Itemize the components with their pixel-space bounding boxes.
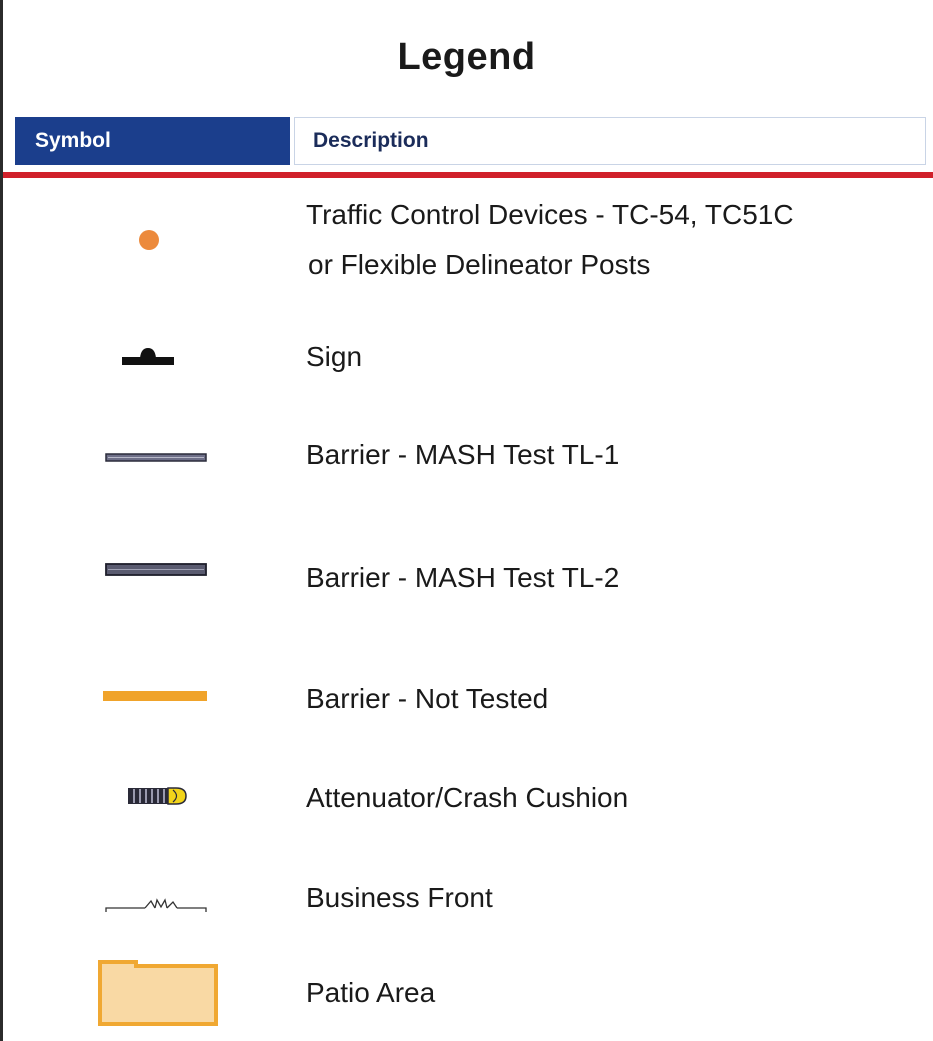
traffic-control-device-icon (137, 228, 161, 257)
legend-row-patio-area: Patio Area (306, 977, 436, 1008)
patio-area-icon (98, 958, 220, 1033)
attenuator-icon (128, 786, 190, 811)
legend-row-barrier-tl1: Barrier - MASH Test TL-1 (306, 439, 620, 470)
barrier-not-tested-icon (103, 689, 207, 707)
legend-row-barrier-tl2: Barrier - MASH Test TL-2 (306, 562, 620, 593)
barrier-tl2-icon (105, 563, 207, 582)
barrier-tl1-icon (105, 451, 207, 469)
legend-row-barrier-not-tested: Barrier - Not Tested (306, 683, 549, 714)
header-divider (3, 172, 933, 178)
legend-row-sign: Sign (306, 341, 363, 372)
symbol-column-header: Symbol (15, 117, 290, 165)
business-front-icon (105, 896, 207, 919)
legend-title: Legend (397, 36, 536, 78)
description-column-header: Description (294, 117, 926, 165)
legend-row-traffic-control-line1: Traffic Control Devices - TC-54, TC51C (306, 199, 794, 230)
legend-row-traffic-control-line2: or Flexible Delineator Posts (308, 249, 651, 280)
legend-row-attenuator: Attenuator/Crash Cushion (306, 782, 629, 813)
sign-icon (118, 342, 178, 373)
legend-row-business-front: Business Front (306, 882, 493, 913)
left-border (0, 0, 3, 1041)
